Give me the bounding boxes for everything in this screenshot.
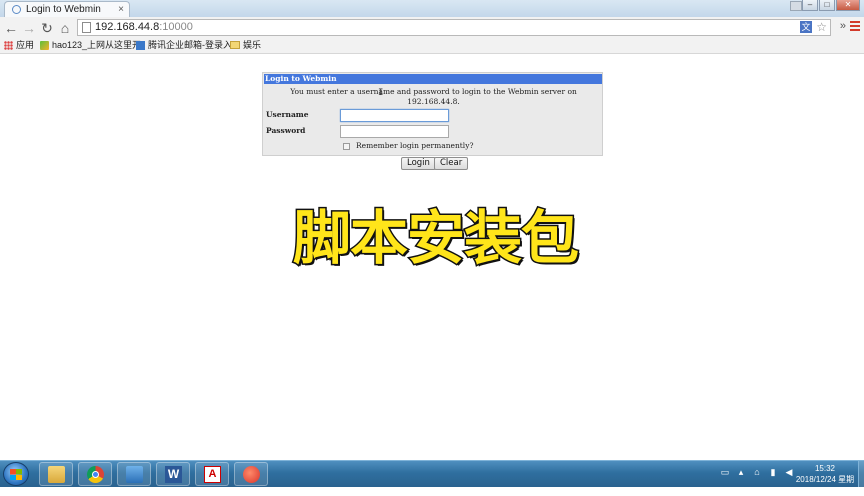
pdf-icon: A — [204, 466, 221, 483]
login-title: Login to Webmin — [264, 74, 602, 84]
login-message: You must enter a username and password t… — [290, 87, 577, 106]
signal-icon[interactable]: ▮ — [768, 467, 778, 478]
vm-icon — [126, 466, 143, 483]
username-label: Username — [266, 110, 309, 119]
clock-time: 15:32 — [814, 464, 836, 473]
browser-tab[interactable]: Login to Webmin × — [4, 1, 130, 18]
translate-icon[interactable]: 文 — [800, 21, 812, 33]
bookmark-label: 腾讯企业邮箱-登录入 — [148, 40, 232, 50]
show-desktop-button[interactable] — [858, 461, 864, 487]
overlay-caption: 脚本安装包 — [291, 203, 580, 274]
browser-title-bar: Login to Webmin × – □ ✕ — [0, 0, 864, 18]
bookmark-qq-mail[interactable]: 腾讯企业邮箱-登录入 — [136, 38, 232, 52]
address-bar[interactable]: 192.168.44.8:10000 文 ☆ — [77, 19, 831, 36]
bookmark-label: 应用 — [16, 40, 35, 50]
back-icon[interactable]: ← — [3, 20, 19, 36]
taskbar-word[interactable]: W — [156, 462, 190, 486]
clock-date: 2018/12/24 星期一 — [795, 475, 855, 495]
bookmarks-bar: 应用 hao123_上网从这里开 腾讯企业邮箱-登录入 娱乐 — [0, 38, 864, 54]
hao123-icon — [40, 40, 49, 50]
taskbar-explorer[interactable] — [39, 462, 73, 486]
app-bird-icon — [243, 466, 260, 483]
profile-icon[interactable] — [790, 1, 802, 11]
remember-checkbox[interactable] — [343, 143, 350, 150]
url-port: :10000 — [159, 21, 193, 33]
browser-toolbar: ← → ↻ ⌂ 192.168.44.8:10000 文 ☆ » — [0, 17, 864, 39]
text-cursor-icon: I — [378, 88, 384, 98]
clear-button[interactable]: Clear — [434, 157, 469, 170]
start-button[interactable] — [3, 462, 29, 486]
clock[interactable]: 15:32 2018/12/24 星期一 — [792, 463, 858, 496]
taskbar-chrome[interactable] — [78, 462, 112, 486]
taskbar-vm[interactable] — [117, 462, 151, 486]
file-explorer-icon — [48, 466, 65, 483]
extensions-chevron-icon[interactable]: » — [840, 20, 846, 32]
url-text: 192.168.44.8:10000 — [95, 20, 193, 35]
chrome-icon — [87, 466, 104, 483]
word-icon: W — [165, 466, 182, 483]
login-button[interactable]: Login — [401, 157, 436, 170]
remember-label: Remember login permanently? — [356, 141, 474, 150]
window-controls: – □ ✕ — [802, 0, 860, 12]
forward-icon[interactable]: → — [21, 20, 37, 36]
windows-logo-icon — [10, 469, 22, 480]
minimize-button[interactable]: – — [802, 0, 818, 11]
bookmark-apps[interactable]: 应用 — [4, 38, 34, 52]
reload-icon[interactable]: ↻ — [39, 20, 55, 36]
qq-mail-icon — [136, 40, 145, 50]
home-icon[interactable]: ⌂ — [57, 20, 73, 36]
bookmark-label: 娱乐 — [243, 40, 262, 50]
show-hidden-icons-icon[interactable]: ▴ — [736, 467, 746, 478]
tab-close-icon[interactable]: × — [118, 2, 124, 17]
username-field[interactable] — [340, 109, 449, 122]
tab-title: Login to Webmin — [26, 4, 101, 15]
system-tray: ▭ ▴ ⌂ ▮ ◀ — [720, 467, 794, 478]
network-icon[interactable]: ⌂ — [752, 467, 762, 478]
taskbar-pdf[interactable]: A — [195, 462, 229, 486]
url-host: 192.168.44.8 — [95, 21, 160, 33]
page-icon — [82, 22, 91, 33]
menu-icon[interactable] — [850, 21, 860, 33]
apps-grid-icon — [4, 40, 13, 50]
taskbar: W A ▭ ▴ ⌂ ▮ ◀ 15:32 2018/12/24 星期一 — [0, 460, 864, 495]
taskbar-bird-app[interactable] — [234, 462, 268, 486]
keyboard-icon[interactable]: ▭ — [720, 467, 730, 478]
bookmark-folder-entertainment[interactable]: 娱乐 — [230, 38, 261, 52]
webmin-favicon-icon — [12, 5, 21, 14]
password-label: Password — [266, 126, 306, 135]
close-window-button[interactable]: ✕ — [836, 0, 860, 11]
login-panel: Login to Webmin You must enter a usernam… — [262, 72, 603, 156]
folder-icon — [230, 41, 240, 49]
bookmark-star-icon[interactable]: ☆ — [816, 20, 827, 35]
maximize-button[interactable]: □ — [819, 0, 835, 11]
password-field[interactable] — [340, 125, 449, 138]
bookmark-label: hao123_上网从这里开 — [52, 40, 142, 50]
new-tab-area[interactable] — [132, 2, 302, 16]
bookmark-hao123[interactable]: hao123_上网从这里开 — [40, 38, 141, 52]
